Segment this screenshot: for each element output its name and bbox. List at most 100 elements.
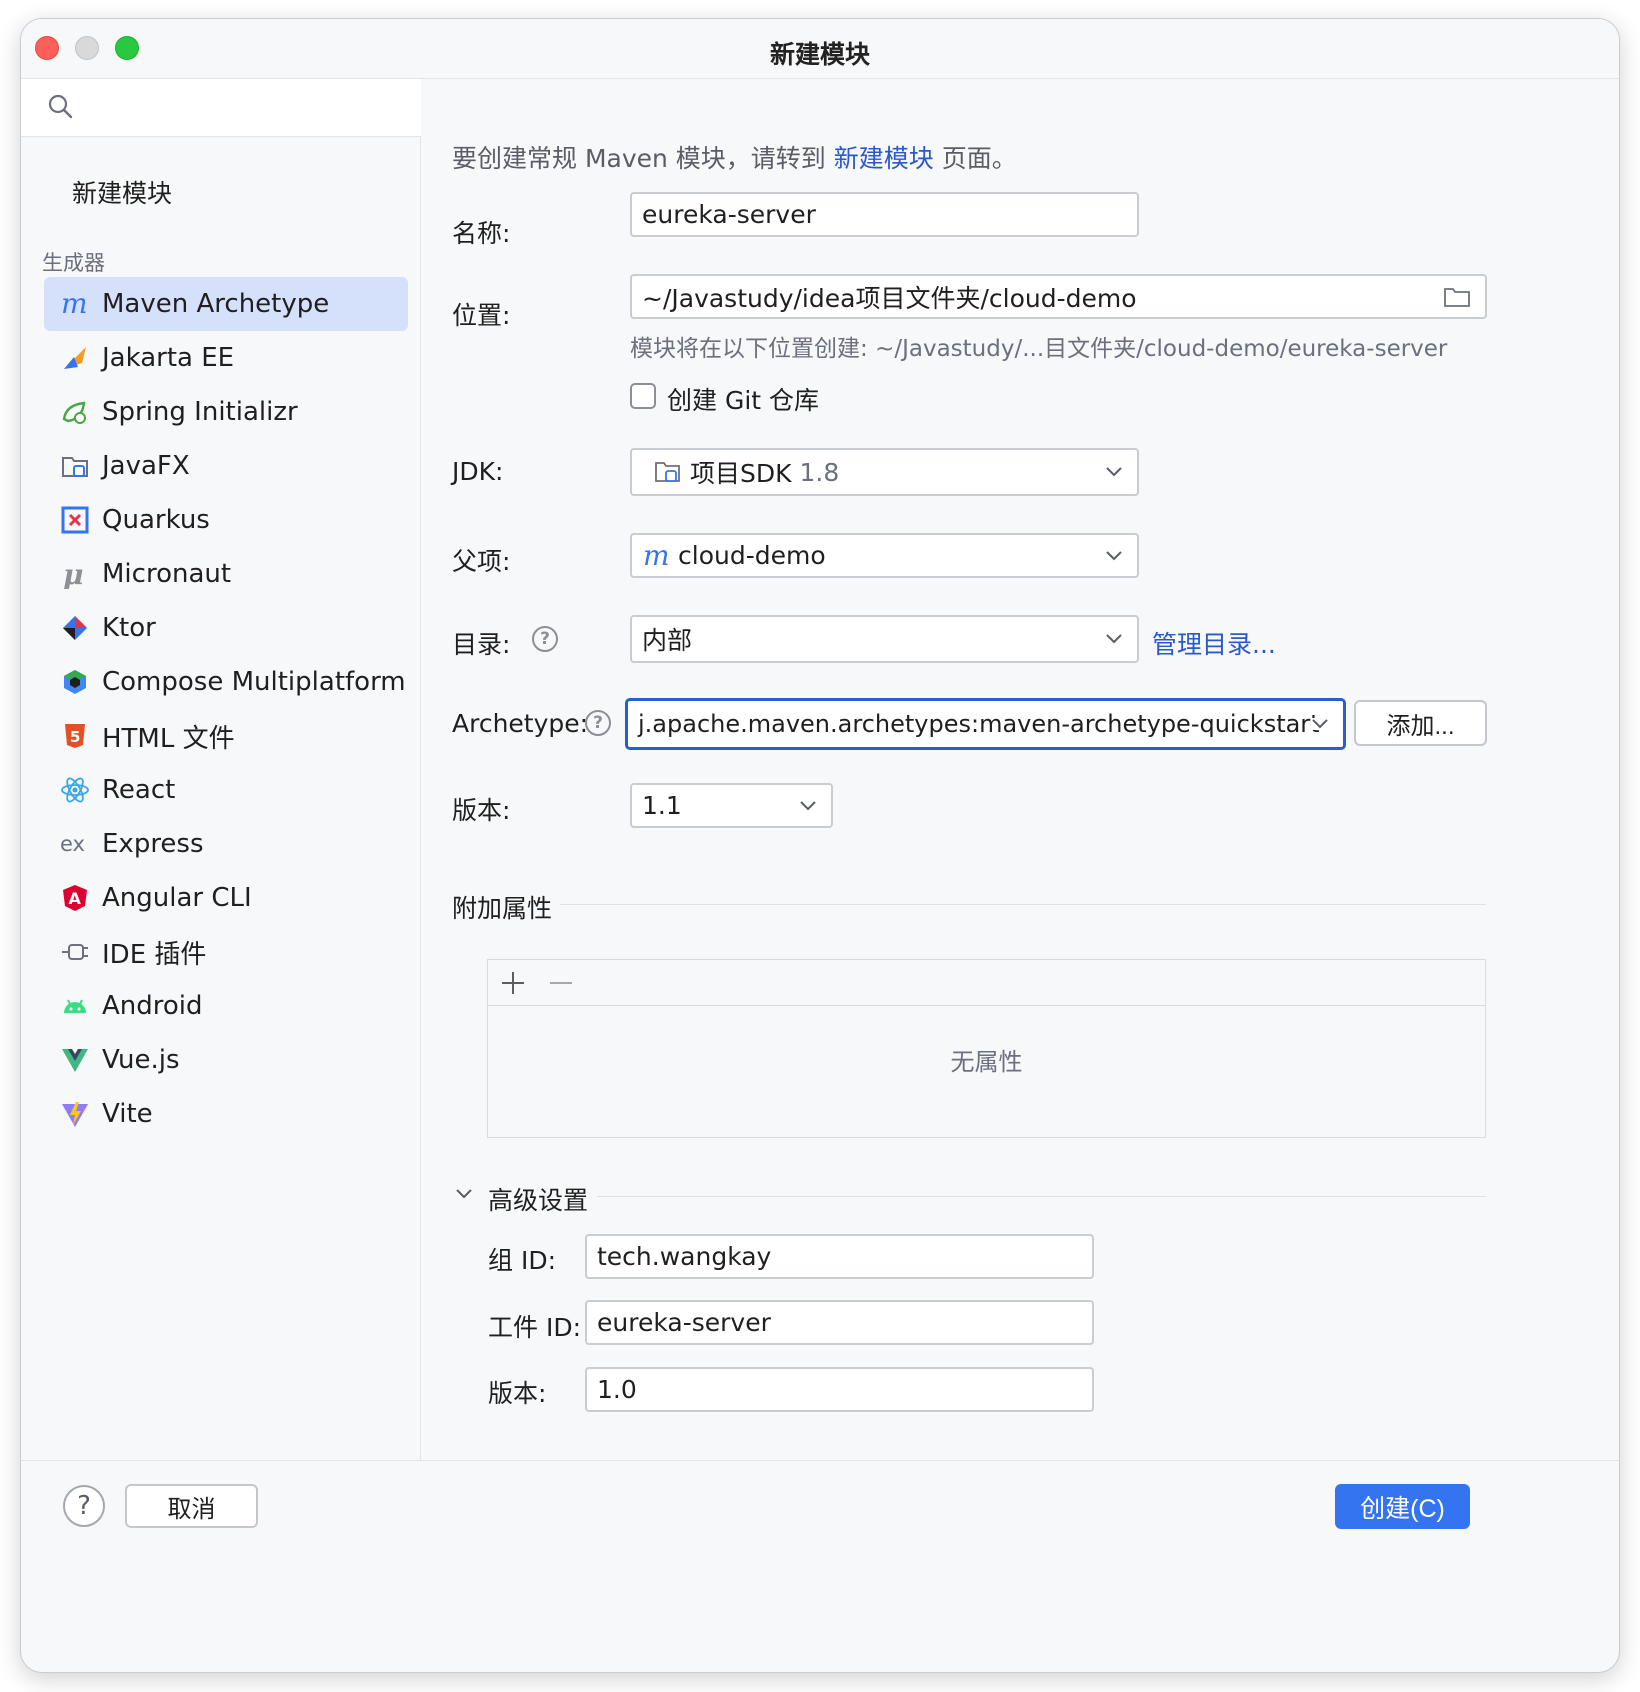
generator-item-ktor[interactable]: Ktor bbox=[44, 601, 408, 655]
generator-item-jakarta-ee[interactable]: Jakarta EE bbox=[44, 331, 408, 385]
generator-item-android[interactable]: Android bbox=[44, 979, 408, 1033]
svg-text:m: m bbox=[61, 289, 88, 319]
generator-label: Android bbox=[102, 991, 203, 1021]
artifact-id-label: 工件 ID: bbox=[488, 1313, 581, 1342]
maven-icon: m bbox=[643, 541, 670, 571]
advanced-settings-toggle[interactable]: 高级设置 bbox=[488, 1181, 588, 1217]
additional-properties-title: 附加属性 bbox=[452, 894, 553, 923]
generator-item-vuejs[interactable]: Vue.js bbox=[44, 1033, 408, 1087]
generator-label: HTML 文件 bbox=[102, 723, 235, 754]
help-button[interactable]: ? bbox=[63, 1485, 105, 1527]
express-icon: ex bbox=[58, 827, 92, 861]
parent-label: 父项: bbox=[452, 547, 511, 576]
generator-item-express[interactable]: ex Express bbox=[44, 817, 408, 871]
generator-label: Maven Archetype bbox=[102, 289, 330, 319]
ktor-icon bbox=[58, 611, 92, 645]
compose-icon bbox=[58, 665, 92, 699]
group-id-label: 组 ID: bbox=[488, 1246, 556, 1275]
chevron-down-icon bbox=[800, 800, 816, 810]
generator-item-maven-archetype[interactable]: m Maven Archetype bbox=[44, 277, 408, 331]
generator-item-micronaut[interactable]: μ Micronaut bbox=[44, 547, 408, 601]
name-value: eureka-server bbox=[642, 200, 816, 229]
info-text: 要创建常规 Maven 模块，请转到 新建模块 页面。 bbox=[452, 139, 1017, 175]
archetype-help-icon[interactable]: ? bbox=[585, 710, 611, 736]
catalog-help-icon[interactable]: ? bbox=[532, 626, 558, 652]
parent-select[interactable]: m cloud-demo bbox=[630, 533, 1139, 578]
micronaut-icon: μ bbox=[58, 557, 92, 591]
remove-property-icon[interactable] bbox=[548, 970, 574, 996]
new-module-link[interactable]: 新建模块 bbox=[834, 144, 934, 173]
properties-empty-text: 无属性 bbox=[950, 1048, 1023, 1076]
vue-icon bbox=[58, 1043, 92, 1077]
plugin-icon bbox=[58, 935, 92, 969]
cancel-button[interactable]: 取消 bbox=[125, 1484, 258, 1528]
jdk-select[interactable]: 项目SDK 1.8 bbox=[630, 448, 1139, 496]
svg-text:μ: μ bbox=[63, 559, 84, 589]
vite-icon bbox=[58, 1097, 92, 1131]
name-field[interactable]: eureka-server bbox=[630, 192, 1139, 237]
spring-icon bbox=[58, 395, 92, 429]
catalog-select[interactable]: 内部 bbox=[630, 615, 1139, 663]
generator-label: Vue.js bbox=[102, 1045, 180, 1075]
generator-item-vite[interactable]: Vite bbox=[44, 1087, 408, 1141]
sidebar-item-new-module[interactable]: 新建模块 bbox=[72, 174, 172, 210]
properties-toolbar bbox=[488, 960, 1485, 1006]
generator-item-quarkus[interactable]: Quarkus bbox=[44, 493, 408, 547]
chevron-down-icon[interactable] bbox=[454, 1187, 474, 1201]
generator-label: Vite bbox=[102, 1099, 153, 1129]
generator-label: React bbox=[102, 775, 176, 805]
artifact-id-field[interactable]: eureka-server bbox=[585, 1300, 1094, 1345]
generator-label: Ktor bbox=[102, 613, 156, 643]
generator-item-spring-initializr[interactable]: Spring Initializr bbox=[44, 385, 408, 439]
generator-item-angular-cli[interactable]: A Angular CLI bbox=[44, 871, 408, 925]
version-select[interactable]: 1.1 bbox=[630, 783, 833, 828]
svg-text:A: A bbox=[69, 889, 82, 908]
jdk-label: JDK: bbox=[452, 457, 504, 486]
generator-item-react[interactable]: React bbox=[44, 763, 408, 817]
search-input[interactable] bbox=[21, 79, 421, 137]
react-icon bbox=[58, 773, 92, 807]
generator-label: Jakarta EE bbox=[102, 343, 235, 373]
generator-item-ide-plugin[interactable]: IDE 插件 bbox=[44, 925, 408, 979]
generator-label: Compose Multiplatform bbox=[102, 667, 406, 697]
info-suffix: 页面。 bbox=[933, 144, 1017, 173]
location-field[interactable]: ~/Javastudy/idea项目文件夹/cloud-demo bbox=[630, 274, 1487, 319]
create-button[interactable]: 创建(C) bbox=[1335, 1484, 1470, 1529]
add-property-icon[interactable] bbox=[500, 970, 526, 996]
generator-label: Angular CLI bbox=[102, 883, 252, 913]
add-archetype-button[interactable]: 添加... bbox=[1354, 700, 1487, 746]
archetype-value: j.apache.maven.archetypes:maven-archetyp… bbox=[638, 710, 1320, 738]
jdk-version: 1.8 bbox=[799, 457, 840, 487]
dialog-footer: ? 取消 创建(C) bbox=[21, 1460, 1619, 1574]
catalog-label: 目录: bbox=[452, 630, 511, 659]
location-hint: 模块将在以下位置创建: ~/Javastudy/...目文件夹/cloud-de… bbox=[630, 336, 1448, 362]
folder-icon[interactable] bbox=[1443, 285, 1471, 309]
advanced-version-field[interactable]: 1.0 bbox=[585, 1367, 1094, 1412]
generator-item-javafx[interactable]: JavaFX bbox=[44, 439, 408, 493]
generator-list: m Maven Archetype Jakarta EE Spring Init… bbox=[44, 277, 408, 1141]
main-form: 要创建常规 Maven 模块，请转到 新建模块 页面。 名称: eureka-s… bbox=[422, 79, 1619, 1574]
html5-icon: 5 bbox=[58, 719, 92, 753]
generator-label: JavaFX bbox=[102, 451, 190, 481]
chevron-down-icon bbox=[1106, 467, 1122, 477]
info-prefix: 要创建常规 Maven 模块，请转到 bbox=[452, 144, 834, 173]
group-id-field[interactable]: tech.wangkay bbox=[585, 1234, 1094, 1279]
manage-catalogs-link[interactable]: 管理目录... bbox=[1152, 625, 1276, 661]
maven-icon: m bbox=[58, 287, 92, 321]
archetype-select[interactable]: j.apache.maven.archetypes:maven-archetyp… bbox=[625, 698, 1346, 750]
generator-item-compose-multiplatform[interactable]: Compose Multiplatform bbox=[44, 655, 408, 709]
version-value: 1.1 bbox=[642, 791, 682, 820]
generator-item-html[interactable]: 5 HTML 文件 bbox=[44, 709, 408, 763]
create-git-checkbox[interactable] bbox=[630, 383, 656, 409]
chevron-down-icon bbox=[1106, 550, 1122, 560]
svg-text:5: 5 bbox=[70, 728, 80, 746]
section-divider bbox=[560, 904, 1486, 905]
advanced-version-value: 1.0 bbox=[597, 1375, 637, 1404]
generator-label: Express bbox=[102, 829, 204, 859]
location-value: ~/Javastudy/idea项目文件夹/cloud-demo bbox=[642, 283, 1137, 313]
generators-section-label: 生成器 bbox=[42, 251, 105, 275]
quarkus-icon bbox=[58, 503, 92, 537]
search-icon bbox=[48, 94, 73, 119]
android-icon bbox=[58, 989, 92, 1023]
parent-value: cloud-demo bbox=[678, 541, 826, 570]
